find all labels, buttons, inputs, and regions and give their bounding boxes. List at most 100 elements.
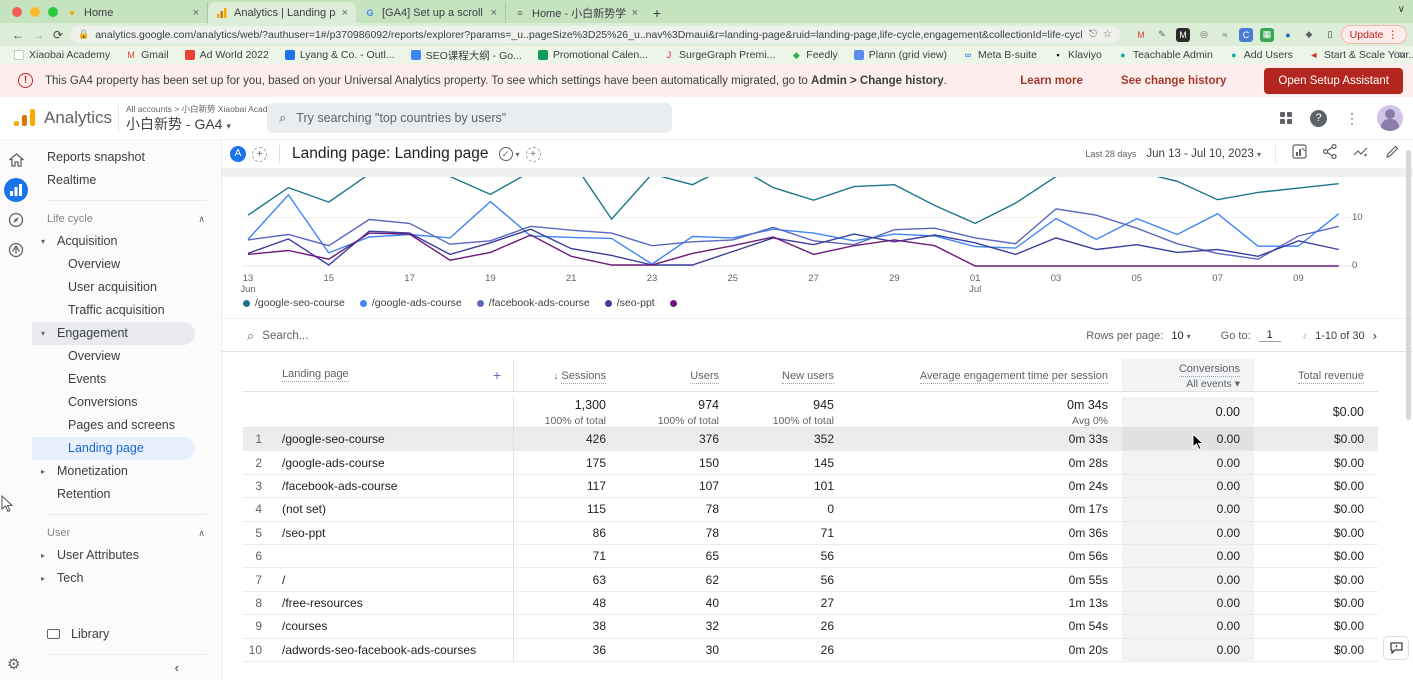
- chevron-up-icon[interactable]: ∧: [198, 209, 205, 230]
- see-change-history-link[interactable]: See change history: [1121, 75, 1226, 87]
- browser-tab-ga4-scroll[interactable]: G [GA4] Set up a scroll conversi ×: [356, 2, 506, 23]
- table-row[interactable]: 5/seo-ppt8678710m 36s0.00$0.00: [243, 522, 1378, 545]
- home-icon[interactable]: [4, 148, 28, 172]
- sidebar-item-realtime[interactable]: Realtime: [32, 169, 221, 192]
- legend-item[interactable]: /seo-ppt: [605, 297, 655, 309]
- more-vert-icon[interactable]: ⋮: [1345, 110, 1359, 127]
- window-minimize-button[interactable]: [30, 7, 40, 17]
- bookmark-item[interactable]: Promotional Calen...: [538, 49, 648, 61]
- property-selector[interactable]: 小白新势 - GA4 ▾: [126, 114, 231, 134]
- customize-report-icon[interactable]: [1292, 144, 1307, 164]
- bookmark-star-icon[interactable]: ☆: [1103, 29, 1112, 40]
- table-row[interactable]: 2/google-ads-course1751501450m 28s0.00$0…: [243, 451, 1378, 474]
- extension-icon[interactable]: M: [1134, 28, 1148, 42]
- bookmark-item[interactable]: SEO课程大纲 - Go...: [411, 48, 522, 63]
- chevron-up-icon[interactable]: ∧: [198, 523, 205, 544]
- sidebar-item-events[interactable]: Events: [32, 368, 221, 391]
- open-setup-assistant-button[interactable]: Open Setup Assistant: [1264, 68, 1403, 94]
- table-row[interactable]: 67165560m 56s0.00$0.00: [243, 545, 1378, 568]
- explore-icon[interactable]: [4, 208, 28, 232]
- sidebar-item-overview[interactable]: Overview: [32, 253, 221, 276]
- table-row[interactable]: 9/courses3832260m 54s0.00$0.00: [243, 615, 1378, 638]
- legend-item[interactable]: [670, 300, 677, 307]
- edit-report-icon[interactable]: [1385, 145, 1399, 164]
- table-row[interactable]: 1/google-seo-course4263763520m 33s0.00$0…: [243, 428, 1378, 451]
- tab-search-chevron-icon[interactable]: ∨: [1398, 4, 1405, 15]
- bookmarks-overflow-chevron[interactable]: »: [1398, 47, 1405, 61]
- vertical-scrollbar[interactable]: [1406, 150, 1411, 420]
- table-row[interactable]: 8/free-resources4840271m 13s0.00$0.00: [243, 592, 1378, 615]
- bookmark-item[interactable]: Xiaobai Academy: [14, 49, 110, 61]
- extension-icon[interactable]: ✎: [1155, 28, 1169, 42]
- share-report-icon[interactable]: [1323, 144, 1337, 164]
- browser-tab-home[interactable]: ♥ Home ×: [58, 2, 208, 23]
- sidebar-item-tech[interactable]: ▸Tech: [32, 567, 221, 590]
- column-header-total-revenue[interactable]: Total revenue: [1254, 359, 1378, 391]
- back-button[interactable]: ←: [8, 28, 28, 42]
- google-apps-icon[interactable]: [1280, 112, 1292, 124]
- conversions-event-filter[interactable]: All events ▾: [1186, 378, 1240, 390]
- bookmark-item[interactable]: ◆Feedly: [791, 49, 838, 61]
- bookmark-item[interactable]: ●Teachable Admin: [1118, 49, 1213, 61]
- help-icon[interactable]: ?: [1310, 110, 1327, 127]
- extension-icon[interactable]: ▦: [1260, 28, 1274, 42]
- sidebar-item-retention[interactable]: Retention: [32, 483, 221, 506]
- sidebar-section-life-cycle[interactable]: Life cycle∧: [32, 209, 221, 230]
- bookmark-item[interactable]: Plann (grid view): [854, 49, 947, 61]
- bookmark-item[interactable]: ▪Klaviyo: [1053, 49, 1102, 61]
- extension-icon[interactable]: ◎: [1197, 28, 1211, 42]
- sidebar-item-landing-page[interactable]: Landing page: [32, 437, 195, 460]
- share-icon[interactable]: ⎋: [1089, 29, 1097, 40]
- chevron-collapsed-icon[interactable]: ▸: [41, 567, 45, 590]
- insights-icon[interactable]: [1353, 145, 1369, 164]
- go-to-page-input[interactable]: 1: [1259, 329, 1281, 342]
- tab-close-icon[interactable]: ×: [632, 7, 638, 19]
- bookmark-item[interactable]: Ad World 2022: [185, 49, 269, 61]
- bookmark-item[interactable]: ●Add Users: [1229, 49, 1293, 61]
- chevron-expanded-icon[interactable]: ▾: [41, 230, 45, 253]
- tab-close-icon[interactable]: ×: [491, 7, 497, 19]
- reports-icon[interactable]: [4, 178, 28, 202]
- sidebar-item-overview[interactable]: Overview: [32, 345, 221, 368]
- sidebar-item-acquisition[interactable]: ▾Acquisition: [32, 230, 221, 253]
- column-header-sessions[interactable]: ↓Sessions: [513, 359, 620, 391]
- date-range-picker[interactable]: Jun 13 - Jul 10, 2023 ▾: [1146, 148, 1261, 160]
- bookmark-item[interactable]: ∞Meta B-suite: [963, 49, 1037, 61]
- forward-button[interactable]: →: [28, 28, 48, 42]
- extension-icon[interactable]: ▯: [1323, 28, 1337, 42]
- sidebar-section-user[interactable]: User∧: [32, 523, 221, 544]
- sidebar-item-engagement[interactable]: ▾Engagement: [32, 322, 195, 345]
- avatar[interactable]: [1377, 105, 1403, 131]
- browser-tab-analytics[interactable]: Analytics | Landing page: Land ×: [208, 2, 356, 23]
- browser-tab-xiaobai-home[interactable]: ≡ Home - 小白新势学院 ×: [506, 2, 646, 23]
- legend-item[interactable]: /google-ads-course: [360, 297, 462, 309]
- sidebar-item-user-attributes[interactable]: ▸User Attributes: [32, 544, 221, 567]
- chevron-collapsed-icon[interactable]: ▸: [41, 460, 45, 483]
- chrome-update-button[interactable]: Update ⋮: [1341, 25, 1407, 44]
- add-comparison-button[interactable]: +: [252, 147, 267, 162]
- sidebar-item-traffic-acquisition[interactable]: Traffic acquisition: [32, 299, 221, 322]
- sidebar-item-monetization[interactable]: ▸Monetization: [32, 460, 221, 483]
- column-header-average-engagement-time-per-session[interactable]: Average engagement time per session: [848, 359, 1122, 391]
- reload-button[interactable]: ⟳: [48, 28, 68, 42]
- bookmark-item[interactable]: MGmail: [126, 49, 168, 61]
- rows-per-page-select[interactable]: 10 ▾: [1171, 330, 1190, 342]
- sidebar-item-reports-snapshot[interactable]: Reports snapshot: [32, 146, 221, 169]
- chevron-expanded-icon[interactable]: ▾: [41, 322, 45, 345]
- next-page-chevron[interactable]: ›: [1373, 328, 1377, 343]
- sidebar-item-conversions[interactable]: Conversions: [32, 391, 221, 414]
- column-header-conversions[interactable]: ConversionsAll events ▾: [1122, 359, 1254, 391]
- add-report-button[interactable]: +: [526, 147, 541, 162]
- column-header-new-users[interactable]: New users: [733, 359, 848, 391]
- bookmark-item[interactable]: JSurgeGraph Premi...: [664, 49, 775, 61]
- address-bar[interactable]: 🔒 analytics.google.com/analytics/web/?au…: [70, 26, 1120, 43]
- admin-gear-icon[interactable]: ⚙: [7, 655, 20, 673]
- bookmark-item[interactable]: Lyang & Co. - Outl...: [285, 49, 395, 61]
- extension-icon[interactable]: M: [1176, 28, 1190, 42]
- column-header-landing-page[interactable]: Landing page+: [268, 359, 513, 391]
- collapse-sidebar-chevron[interactable]: ‹: [175, 660, 179, 675]
- learn-more-link[interactable]: Learn more: [1020, 75, 1083, 87]
- extension-icon[interactable]: ≈: [1218, 28, 1232, 42]
- table-row[interactable]: 7/6362560m 55s0.00$0.00: [243, 568, 1378, 591]
- legend-item[interactable]: /facebook-ads-course: [477, 297, 590, 309]
